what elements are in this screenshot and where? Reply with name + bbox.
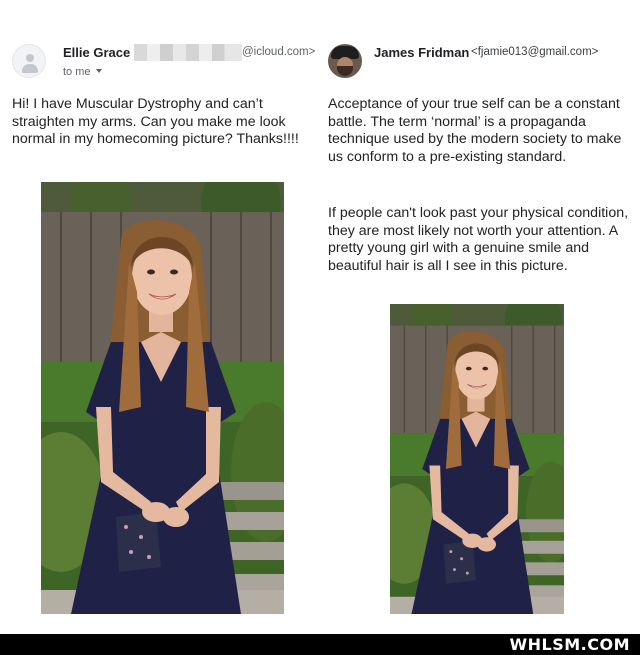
default-avatar-icon: [12, 44, 46, 78]
email-body: Hi! I have Muscular Dystrophy and can’t …: [12, 96, 299, 148]
sender-name[interactable]: Ellie Grace: [63, 45, 130, 60]
caret-down-icon[interactable]: [95, 69, 102, 73]
sender-avatar[interactable]: [328, 44, 362, 78]
reply-photo[interactable]: [390, 304, 564, 614]
reply-paragraph: If people can't look past your physical …: [328, 205, 629, 274]
original-photo[interactable]: [41, 182, 284, 614]
recipient-details-toggle[interactable]: to me: [63, 66, 102, 78]
girl-photo-image: [390, 304, 564, 614]
reply-sender-address: <fjamie013@gmail.com>: [471, 46, 599, 58]
girl-photo-image: [41, 182, 284, 614]
redacted-email-blur: [134, 44, 242, 61]
to-label: to me: [63, 66, 91, 78]
reply-paragraph: Acceptance of your true self can be a co…: [328, 96, 622, 165]
sender-email-domain: @icloud.com>: [242, 46, 316, 58]
footer-bar: WHLSM.COM: [0, 634, 640, 655]
reply-sender-name[interactable]: James Fridman: [374, 45, 469, 60]
watermark-brand: WHLSM.COM: [509, 635, 630, 654]
